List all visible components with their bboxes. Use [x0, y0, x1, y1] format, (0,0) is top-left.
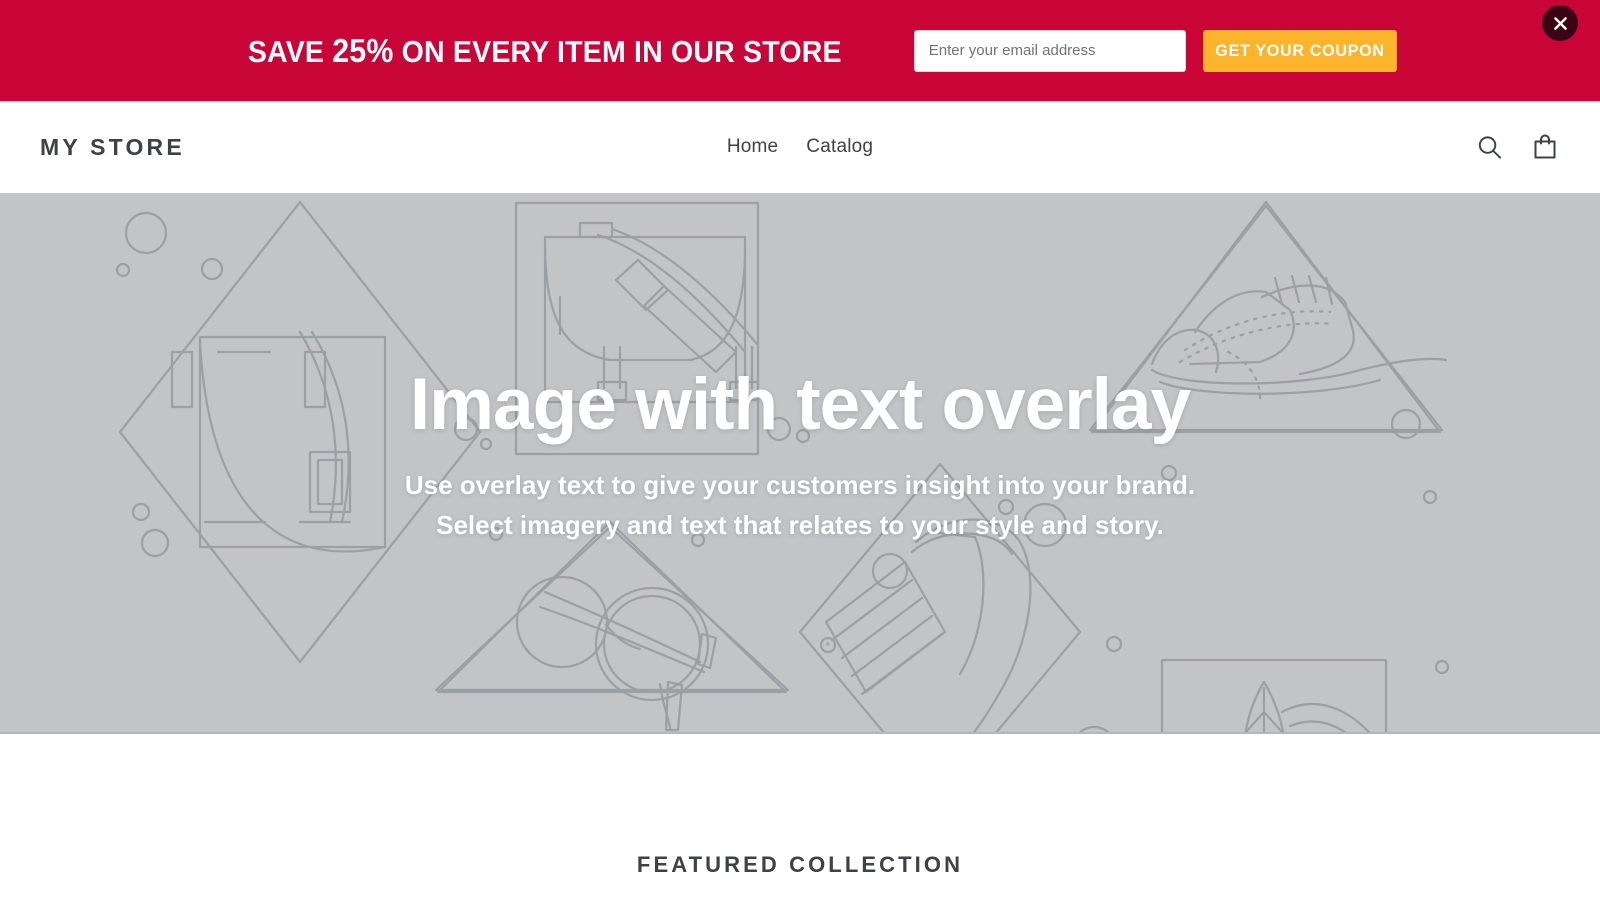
hero-title: Image with text overlay [409, 363, 1191, 445]
hero-text-block: Image with text overlay Use overlay text… [405, 363, 1195, 560]
featured-collection-title: FEATURED COLLECTION [636, 852, 964, 877]
email-input[interactable] [913, 29, 1186, 72]
store-logo[interactable]: MY STORE [40, 134, 185, 161]
promo-headline-prefix: SAVE [248, 33, 333, 69]
promo-headline-discount: 25% [332, 31, 394, 69]
search-button[interactable] [1475, 133, 1504, 162]
get-coupon-button[interactable]: GET YOUR COUPON [1202, 29, 1397, 72]
search-icon [1478, 135, 1502, 159]
close-banner-button[interactable] [1542, 5, 1578, 41]
promo-headline-suffix: ON EVERY ITEM IN OUR STORE [393, 33, 842, 69]
hero-image-with-text-overlay: Image with text overlay Use overlay text… [0, 193, 1600, 734]
hero-subtitle: Use overlay text to give your customers … [405, 466, 1195, 545]
promo-banner-content: SAVE 25% ON EVERY ITEM IN OUR STORE GET … [0, 29, 1600, 72]
featured-collection-section: FEATURED COLLECTION [0, 734, 1600, 900]
cart-button[interactable] [1530, 132, 1560, 162]
promo-banner: SAVE 25% ON EVERY ITEM IN OUR STORE GET … [0, 0, 1600, 101]
header-actions [1475, 132, 1560, 162]
hero-subtitle-line-2: Select imagery and text that relates to … [436, 509, 1164, 540]
promo-headline: SAVE 25% ON EVERY ITEM IN OUR STORE [248, 32, 842, 70]
promo-signup-form: GET YOUR COUPON [913, 29, 1402, 72]
main-navigation: Home Catalog [727, 136, 873, 158]
cart-icon [1534, 134, 1556, 159]
site-header: MY STORE Home Catalog [0, 101, 1600, 193]
nav-item-home[interactable]: Home [727, 136, 778, 158]
close-icon [1553, 16, 1567, 30]
hero-subtitle-line-1: Use overlay text to give your customers … [404, 470, 1196, 501]
nav-item-catalog[interactable]: Catalog [806, 136, 873, 158]
